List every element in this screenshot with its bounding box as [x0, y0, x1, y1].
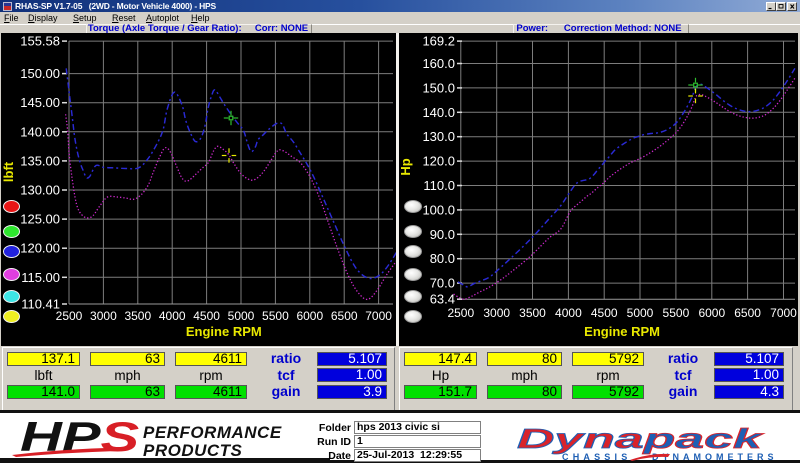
svg-text:5000: 5000 [228, 309, 255, 323]
svg-text:5000: 5000 [627, 306, 654, 320]
svg-text:115.00: 115.00 [21, 270, 60, 285]
svg-text:120.00: 120.00 [20, 241, 60, 256]
svg-text:7000: 7000 [770, 306, 797, 320]
svg-text:4000: 4000 [555, 306, 582, 320]
svg-text:6500: 6500 [734, 306, 761, 320]
svg-text:110.0: 110.0 [423, 178, 455, 193]
svg-text:140.0: 140.0 [422, 105, 455, 120]
svg-text:63.4: 63.4 [430, 292, 455, 307]
svg-text:145.00: 145.00 [20, 95, 60, 110]
svg-text:160.0: 160.0 [422, 56, 455, 71]
svg-text:125.00: 125.00 [20, 212, 60, 227]
svg-text:4000: 4000 [159, 309, 186, 323]
svg-text:4500: 4500 [591, 306, 618, 320]
svg-text:6500: 6500 [331, 309, 358, 323]
svg-text:2500: 2500 [447, 306, 474, 320]
svg-text:5500: 5500 [663, 306, 690, 320]
svg-text:5500: 5500 [262, 309, 289, 323]
svg-text:Engine RPM: Engine RPM [584, 324, 660, 339]
svg-text:3000: 3000 [483, 306, 510, 320]
svg-text:6000: 6000 [698, 306, 725, 320]
svg-text:130.00: 130.00 [20, 183, 60, 198]
svg-text:3500: 3500 [124, 309, 151, 323]
svg-text:70.0: 70.0 [430, 276, 455, 291]
svg-text:120.0: 120.0 [422, 154, 455, 169]
svg-text:4500: 4500 [193, 309, 220, 323]
svg-text:90.0: 90.0 [430, 227, 455, 242]
svg-text:100.0: 100.0 [422, 202, 455, 217]
svg-text:Hp: Hp [399, 158, 413, 175]
svg-text:7000: 7000 [365, 309, 392, 323]
svg-text:3500: 3500 [519, 306, 546, 320]
svg-text:169.2: 169.2 [422, 34, 455, 49]
svg-text:2500: 2500 [56, 309, 83, 323]
svg-text:130.0: 130.0 [422, 129, 455, 144]
svg-text:140.00: 140.00 [20, 124, 60, 139]
svg-text:110.41: 110.41 [21, 297, 60, 312]
svg-text:6000: 6000 [296, 309, 323, 323]
svg-text:80.0: 80.0 [430, 251, 455, 266]
svg-text:lbft: lbft [1, 161, 16, 182]
svg-text:135.00: 135.00 [20, 153, 60, 168]
svg-text:Engine RPM: Engine RPM [186, 324, 262, 339]
svg-text:155.58: 155.58 [20, 34, 60, 49]
svg-text:150.0: 150.0 [422, 80, 455, 95]
svg-text:3000: 3000 [90, 309, 117, 323]
svg-text:150.00: 150.00 [20, 66, 60, 81]
